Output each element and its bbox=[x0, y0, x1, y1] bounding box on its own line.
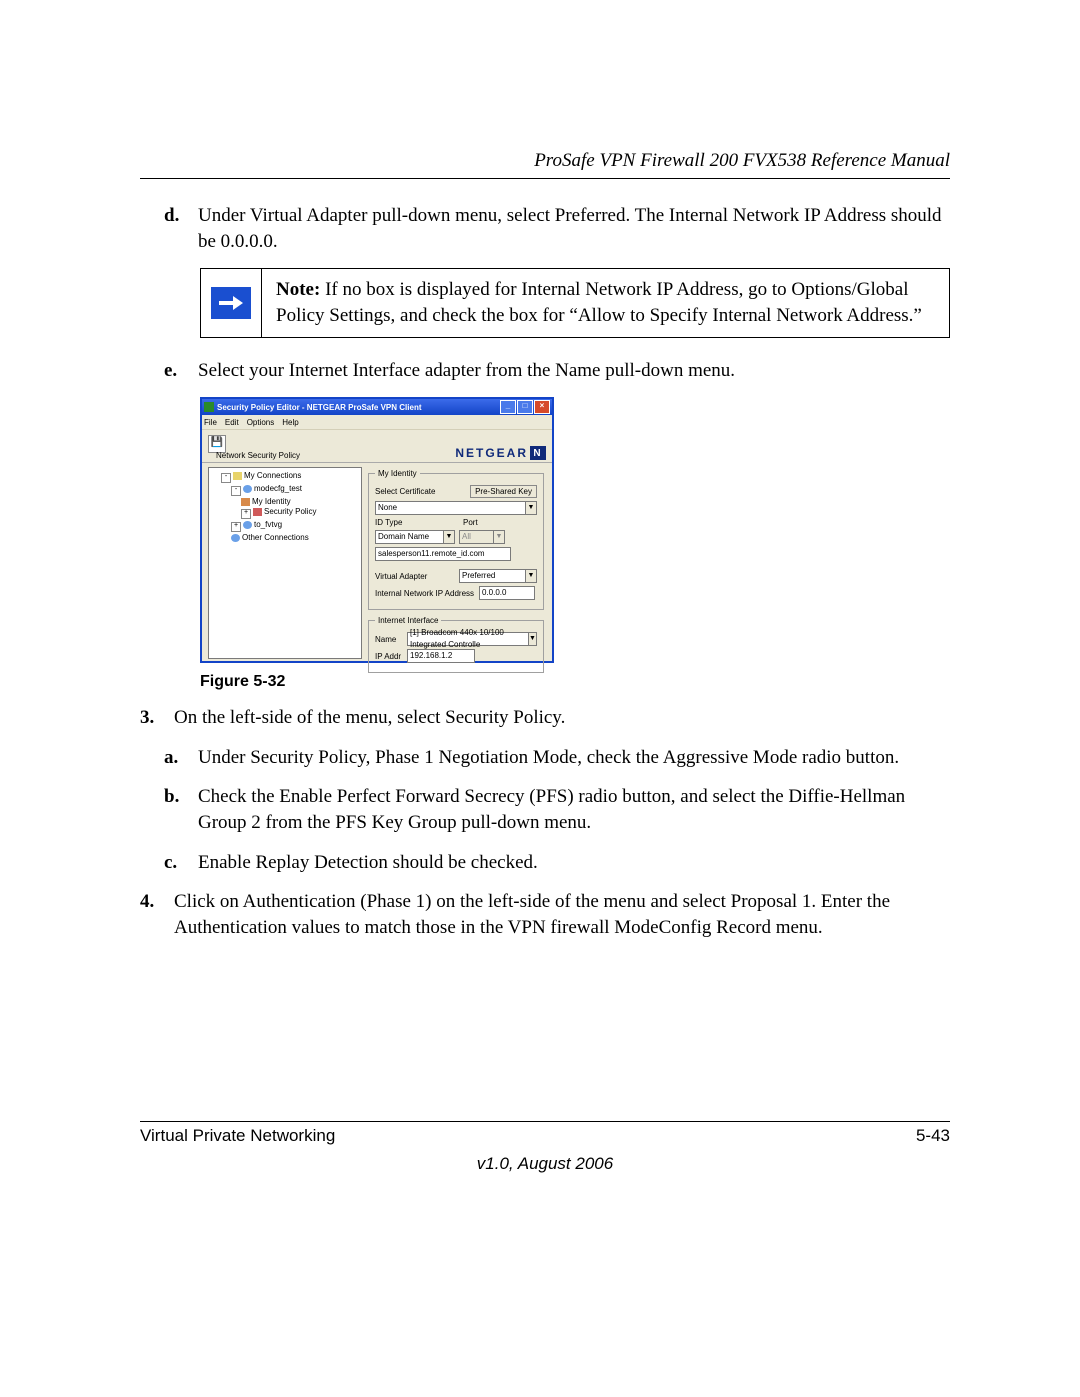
interface-name-label: Name bbox=[375, 635, 403, 644]
pre-shared-key-button[interactable]: Pre-Shared Key bbox=[470, 485, 537, 498]
titlebar: Security Policy Editor - NETGEAR ProSafe… bbox=[202, 399, 552, 415]
tree-conn2[interactable]: to_fvtvg bbox=[254, 520, 282, 529]
my-identity-legend: My Identity bbox=[375, 469, 420, 478]
netgear-mark-icon: N bbox=[530, 446, 546, 460]
menubar: File Edit Options Help bbox=[202, 415, 552, 430]
footer-page-number: 5-43 bbox=[916, 1126, 950, 1146]
figure-caption: Figure 5-32 bbox=[200, 673, 950, 691]
note-text: Note: If no box is displayed for Interna… bbox=[262, 269, 950, 337]
tree-conn1[interactable]: modecfg_test bbox=[254, 484, 302, 493]
virtual-adapter-select[interactable]: Preferred▼ bbox=[459, 569, 537, 583]
ip-addr-label: IP Addr bbox=[375, 652, 403, 661]
globe-icon bbox=[243, 521, 252, 529]
step-3a: a. Under Security Policy, Phase 1 Negoti… bbox=[164, 745, 950, 771]
tree-expand-icon[interactable]: + bbox=[231, 522, 241, 532]
page-header-title: ProSafe VPN Firewall 200 FVX538 Referenc… bbox=[140, 150, 950, 172]
tree-my-connections[interactable]: My Connections bbox=[244, 471, 301, 480]
step-3c-marker: c. bbox=[164, 850, 198, 876]
virtual-adapter-label: Virtual Adapter bbox=[375, 572, 455, 581]
note-body: If no box is displayed for Internal Netw… bbox=[276, 279, 922, 326]
internal-ip-label: Internal Network IP Address bbox=[375, 589, 475, 598]
menu-file[interactable]: File bbox=[204, 418, 217, 427]
id-type-select[interactable]: Domain Name▼ bbox=[375, 530, 455, 544]
window-title: Security Policy Editor - NETGEAR ProSafe… bbox=[217, 403, 422, 412]
globe-icon bbox=[243, 485, 252, 493]
identity-icon bbox=[241, 498, 250, 506]
tree-security-policy[interactable]: Security Policy bbox=[264, 507, 316, 516]
tree-collapse-icon[interactable]: - bbox=[231, 486, 241, 496]
toolbar: 💾 Network Security Policy NETGEAR N bbox=[202, 430, 552, 463]
header-rule bbox=[140, 178, 950, 179]
step-4-text: Click on Authentication (Phase 1) on the… bbox=[174, 889, 950, 940]
note-label: Note: bbox=[276, 279, 320, 300]
chevron-down-icon: ▼ bbox=[493, 531, 504, 543]
folder-icon bbox=[233, 472, 242, 480]
step-d-text: Under Virtual Adapter pull-down menu, se… bbox=[198, 203, 950, 254]
netgear-logo-text: NETGEAR bbox=[455, 446, 528, 460]
menu-edit[interactable]: Edit bbox=[225, 418, 239, 427]
my-identity-fieldset: My Identity Select Certificate Pre-Share… bbox=[368, 469, 544, 610]
internal-ip-input[interactable]: 0.0.0.0 bbox=[479, 586, 535, 600]
footer-section: Virtual Private Networking bbox=[140, 1126, 335, 1146]
port-label: Port bbox=[463, 518, 503, 527]
step-3-marker: 3. bbox=[140, 705, 174, 731]
identity-form: My Identity Select Certificate Pre-Share… bbox=[364, 463, 552, 663]
chevron-down-icon: ▼ bbox=[525, 502, 536, 514]
select-certificate-label: Select Certificate bbox=[375, 487, 435, 496]
step-4-marker: 4. bbox=[140, 889, 174, 940]
tree-other-connections[interactable]: Other Connections bbox=[242, 533, 309, 542]
domain-name-input[interactable]: salesperson11.remote_id.com bbox=[375, 547, 511, 561]
step-3-text: On the left-side of the menu, select Sec… bbox=[174, 705, 950, 731]
netgear-logo: NETGEAR N bbox=[455, 446, 546, 460]
close-button[interactable]: × bbox=[534, 400, 550, 414]
note-box: Note: If no box is displayed for Interna… bbox=[200, 268, 950, 337]
step-4: 4. Click on Authentication (Phase 1) on … bbox=[140, 889, 950, 940]
network-security-policy-label: Network Security Policy bbox=[208, 451, 300, 460]
lock-icon bbox=[253, 508, 262, 516]
step-3b: b. Check the Enable Perfect Forward Secr… bbox=[164, 784, 950, 835]
chevron-down-icon: ▼ bbox=[443, 531, 454, 543]
step-3c-text: Enable Replay Detection should be checke… bbox=[198, 850, 950, 876]
step-3b-marker: b. bbox=[164, 784, 198, 835]
internet-interface-fieldset: Internet Interface Name [1] Broadcom 440… bbox=[368, 616, 544, 673]
app-icon bbox=[204, 402, 214, 412]
interface-name-select[interactable]: [1] Broadcom 440x 10/100 Integrated Cont… bbox=[407, 632, 537, 646]
figure-screenshot: Security Policy Editor - NETGEAR ProSafe… bbox=[200, 397, 950, 663]
footer-rule bbox=[140, 1121, 950, 1122]
menu-options[interactable]: Options bbox=[247, 418, 275, 427]
app-window: Security Policy Editor - NETGEAR ProSafe… bbox=[200, 397, 554, 663]
globe-icon bbox=[231, 534, 240, 542]
certificate-select[interactable]: None▼ bbox=[375, 501, 537, 515]
id-type-label: ID Type bbox=[375, 518, 435, 527]
ip-addr-value: 192.168.1.2 bbox=[407, 649, 475, 663]
menu-help[interactable]: Help bbox=[282, 418, 298, 427]
step-3c: c. Enable Replay Detection should be che… bbox=[164, 850, 950, 876]
minimize-button[interactable]: _ bbox=[500, 400, 516, 414]
chevron-down-icon: ▼ bbox=[528, 633, 536, 645]
step-3a-text: Under Security Policy, Phase 1 Negotiati… bbox=[198, 745, 950, 771]
step-3b-text: Check the Enable Perfect Forward Secrecy… bbox=[198, 784, 950, 835]
step-e: e. Select your Internet Interface adapte… bbox=[164, 358, 950, 384]
arrow-right-icon bbox=[211, 287, 251, 319]
tree-my-identity[interactable]: My Identity bbox=[252, 497, 291, 506]
step-e-text: Select your Internet Interface adapter f… bbox=[198, 358, 950, 384]
connection-tree[interactable]: -My Connections -modecfg_test My Identit… bbox=[208, 467, 362, 659]
tree-collapse-icon[interactable]: - bbox=[221, 473, 231, 483]
step-3: 3. On the left-side of the menu, select … bbox=[140, 705, 950, 731]
step-3a-marker: a. bbox=[164, 745, 198, 771]
step-d-marker: d. bbox=[164, 203, 198, 254]
footer-version: v1.0, August 2006 bbox=[140, 1154, 950, 1174]
maximize-button[interactable]: □ bbox=[517, 400, 533, 414]
footer: Virtual Private Networking 5-43 bbox=[140, 1126, 950, 1146]
step-d: d. Under Virtual Adapter pull-down menu,… bbox=[164, 203, 950, 254]
tree-expand-icon[interactable]: + bbox=[241, 509, 251, 519]
internet-interface-legend: Internet Interface bbox=[375, 616, 441, 625]
chevron-down-icon: ▼ bbox=[525, 570, 536, 582]
step-e-marker: e. bbox=[164, 358, 198, 384]
port-select: All▼ bbox=[459, 530, 505, 544]
